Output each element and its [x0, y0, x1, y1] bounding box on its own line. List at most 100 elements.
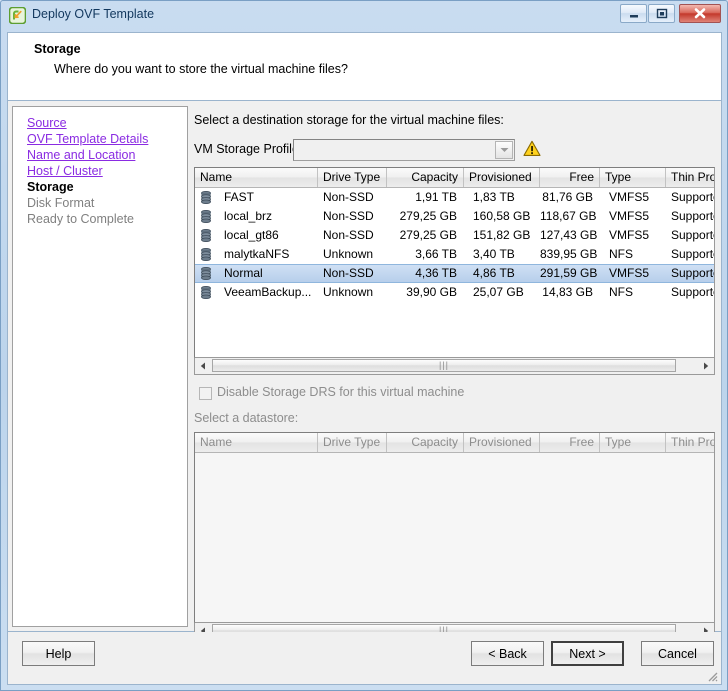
chevron-down-icon[interactable] [495, 141, 513, 159]
cell-thin: Supporte [671, 285, 715, 299]
cell-free: 127,43 GB [540, 228, 598, 242]
column-header-capacity-2[interactable]: Capacity [387, 433, 464, 452]
cell-drive-type: Non-SSD [323, 190, 374, 204]
cell-capacity: 1,91 TB [415, 190, 457, 204]
vm-storage-profile-select[interactable] [293, 139, 515, 161]
column-header-free-2[interactable]: Free [540, 433, 600, 452]
cell-provisioned: 3,40 TB [473, 247, 515, 261]
hscroll-thumb[interactable]: ||| [212, 359, 676, 372]
cell-drive-type: Non-SSD [323, 209, 374, 223]
column-header-type[interactable]: Type [600, 168, 666, 187]
scroll-left-icon[interactable] [195, 358, 211, 373]
vm-storage-profile-label: VM Storage Profile: [194, 142, 303, 156]
cell-provisioned: 4,86 TB [473, 266, 515, 280]
sidebar-item-host-cluster[interactable]: Host / Cluster [27, 164, 103, 178]
table-row-selected[interactable]: Normal Non-SSD 4,36 TB 4,86 TB 291,59 GB… [195, 264, 714, 283]
column-header-provisioned-2[interactable]: Provisioned [464, 433, 540, 452]
cell-thin: Supporte [671, 266, 715, 280]
cancel-button[interactable]: Cancel [641, 641, 714, 666]
table-row[interactable]: local_gt86 Non-SSD 279,25 GB 151,82 GB 1… [195, 226, 714, 245]
datastore-icon [201, 210, 211, 223]
resize-grip-icon[interactable] [705, 669, 718, 682]
sdrs-datastore-table[interactable]: Name Drive Type Capacity Provisioned Fre… [194, 432, 715, 623]
cell-provisioned: 1,83 TB [473, 190, 515, 204]
cell-thin: Supporte [671, 228, 715, 242]
maximize-icon [649, 5, 674, 22]
back-button[interactable]: < Back [471, 641, 544, 666]
help-button[interactable]: Help [22, 641, 95, 666]
column-header-provisioned[interactable]: Provisioned [464, 168, 540, 187]
cell-name: Normal [224, 266, 263, 280]
sdrs-table-header: Name Drive Type Capacity Provisioned Fre… [195, 433, 714, 453]
datastore-icon [201, 267, 211, 280]
page-title: Storage [34, 42, 81, 56]
select-datastore-label: Select a datastore: [194, 411, 299, 425]
page-subtitle: Where do you want to store the virtual m… [54, 62, 348, 76]
close-icon [680, 5, 720, 22]
sidebar-item-name-and-location[interactable]: Name and Location [27, 148, 135, 162]
cell-provisioned: 160,58 GB [473, 209, 531, 223]
cell-free: 14,83 GB [542, 285, 593, 299]
table-row[interactable]: malytkaNFS Unknown 3,66 TB 3,40 TB 839,9… [195, 245, 714, 264]
title-bar[interactable]: Deploy OVF Template [1, 1, 727, 31]
cell-capacity: 3,66 TB [415, 247, 457, 261]
cell-type: NFS [609, 247, 633, 261]
column-header-name[interactable]: Name [195, 168, 318, 187]
cell-type: VMFS5 [609, 209, 650, 223]
sidebar-item-source[interactable]: Source [27, 116, 67, 130]
column-header-thin-provisioning-2[interactable]: Thin Provi [666, 433, 714, 452]
datastore-table-rows: FAST Non-SSD 1,91 TB 1,83 TB 81,76 GB VM… [195, 188, 714, 302]
sidebar-item-ovf-template-details[interactable]: OVF Template Details [27, 132, 148, 146]
sidebar-item-storage[interactable]: Storage [27, 180, 74, 194]
cell-capacity: 4,36 TB [415, 266, 457, 280]
warning-icon [523, 140, 541, 156]
dialog-body: Source OVF Template Details Name and Loc… [7, 100, 722, 640]
storage-content-panel: Select a destination storage for the vir… [192, 106, 716, 640]
next-button[interactable]: Next > [551, 641, 624, 666]
minimize-button[interactable] [620, 4, 647, 23]
datastore-icon [201, 191, 211, 204]
scroll-right-icon[interactable] [698, 358, 714, 373]
sidebar-item-ready-to-complete: Ready to Complete [27, 212, 135, 226]
cell-name: FAST [224, 190, 255, 204]
cell-provisioned: 151,82 GB [473, 228, 531, 242]
ovf-template-icon [9, 7, 26, 24]
cell-drive-type: Unknown [323, 247, 374, 261]
instruction-text: Select a destination storage for the vir… [194, 113, 504, 127]
cell-provisioned: 25,07 GB [473, 285, 524, 299]
column-header-free[interactable]: Free [540, 168, 600, 187]
cell-capacity: 39,90 GB [406, 285, 457, 299]
table-row[interactable]: VeeamBackup... Unknown 39,90 GB 25,07 GB… [195, 283, 714, 302]
datastore-icon [201, 248, 211, 261]
wizard-steps-nav: Source OVF Template Details Name and Loc… [12, 106, 188, 627]
column-header-type-2[interactable]: Type [600, 433, 666, 452]
deploy-ovf-template-dialog: Deploy OVF Template Storage Where do you… [0, 0, 728, 691]
column-header-thin-provisioning[interactable]: Thin Prov [666, 168, 714, 187]
cell-thin: Supporte [671, 247, 715, 261]
cell-type: VMFS5 [609, 228, 650, 242]
cell-free: 81,76 GB [542, 190, 593, 204]
window-title: Deploy OVF Template [32, 7, 155, 21]
dialog-footer: Help < Back Next > Cancel [7, 632, 722, 685]
cell-type: VMFS5 [609, 190, 650, 204]
column-header-drive-type-2[interactable]: Drive Type [318, 433, 387, 452]
cell-free: 839,95 GB [540, 247, 598, 261]
column-header-capacity[interactable]: Capacity [387, 168, 464, 187]
column-header-name-2[interactable]: Name [195, 433, 318, 452]
minimize-icon [621, 5, 646, 22]
datastore-table[interactable]: Name Drive Type Capacity Provisioned Fre… [194, 167, 715, 358]
datastore-table-hscrollbar[interactable]: ||| [194, 358, 715, 375]
table-row[interactable]: FAST Non-SSD 1,91 TB 1,83 TB 81,76 GB VM… [195, 188, 714, 207]
maximize-button[interactable] [648, 4, 675, 23]
cell-type: VMFS5 [609, 266, 650, 280]
disable-storage-drs-checkbox[interactable] [199, 387, 212, 400]
cell-drive-type: Non-SSD [323, 266, 374, 280]
table-row[interactable]: local_brz Non-SSD 279,25 GB 160,58 GB 11… [195, 207, 714, 226]
cell-thin: Supporte [671, 209, 715, 223]
close-button[interactable] [679, 4, 721, 23]
cell-drive-type: Unknown [323, 285, 374, 299]
cell-name: local_brz [224, 209, 273, 223]
grip-icon: ||| [438, 360, 449, 370]
column-header-drive-type[interactable]: Drive Type [318, 168, 387, 187]
cell-name: VeeamBackup... [224, 285, 312, 299]
